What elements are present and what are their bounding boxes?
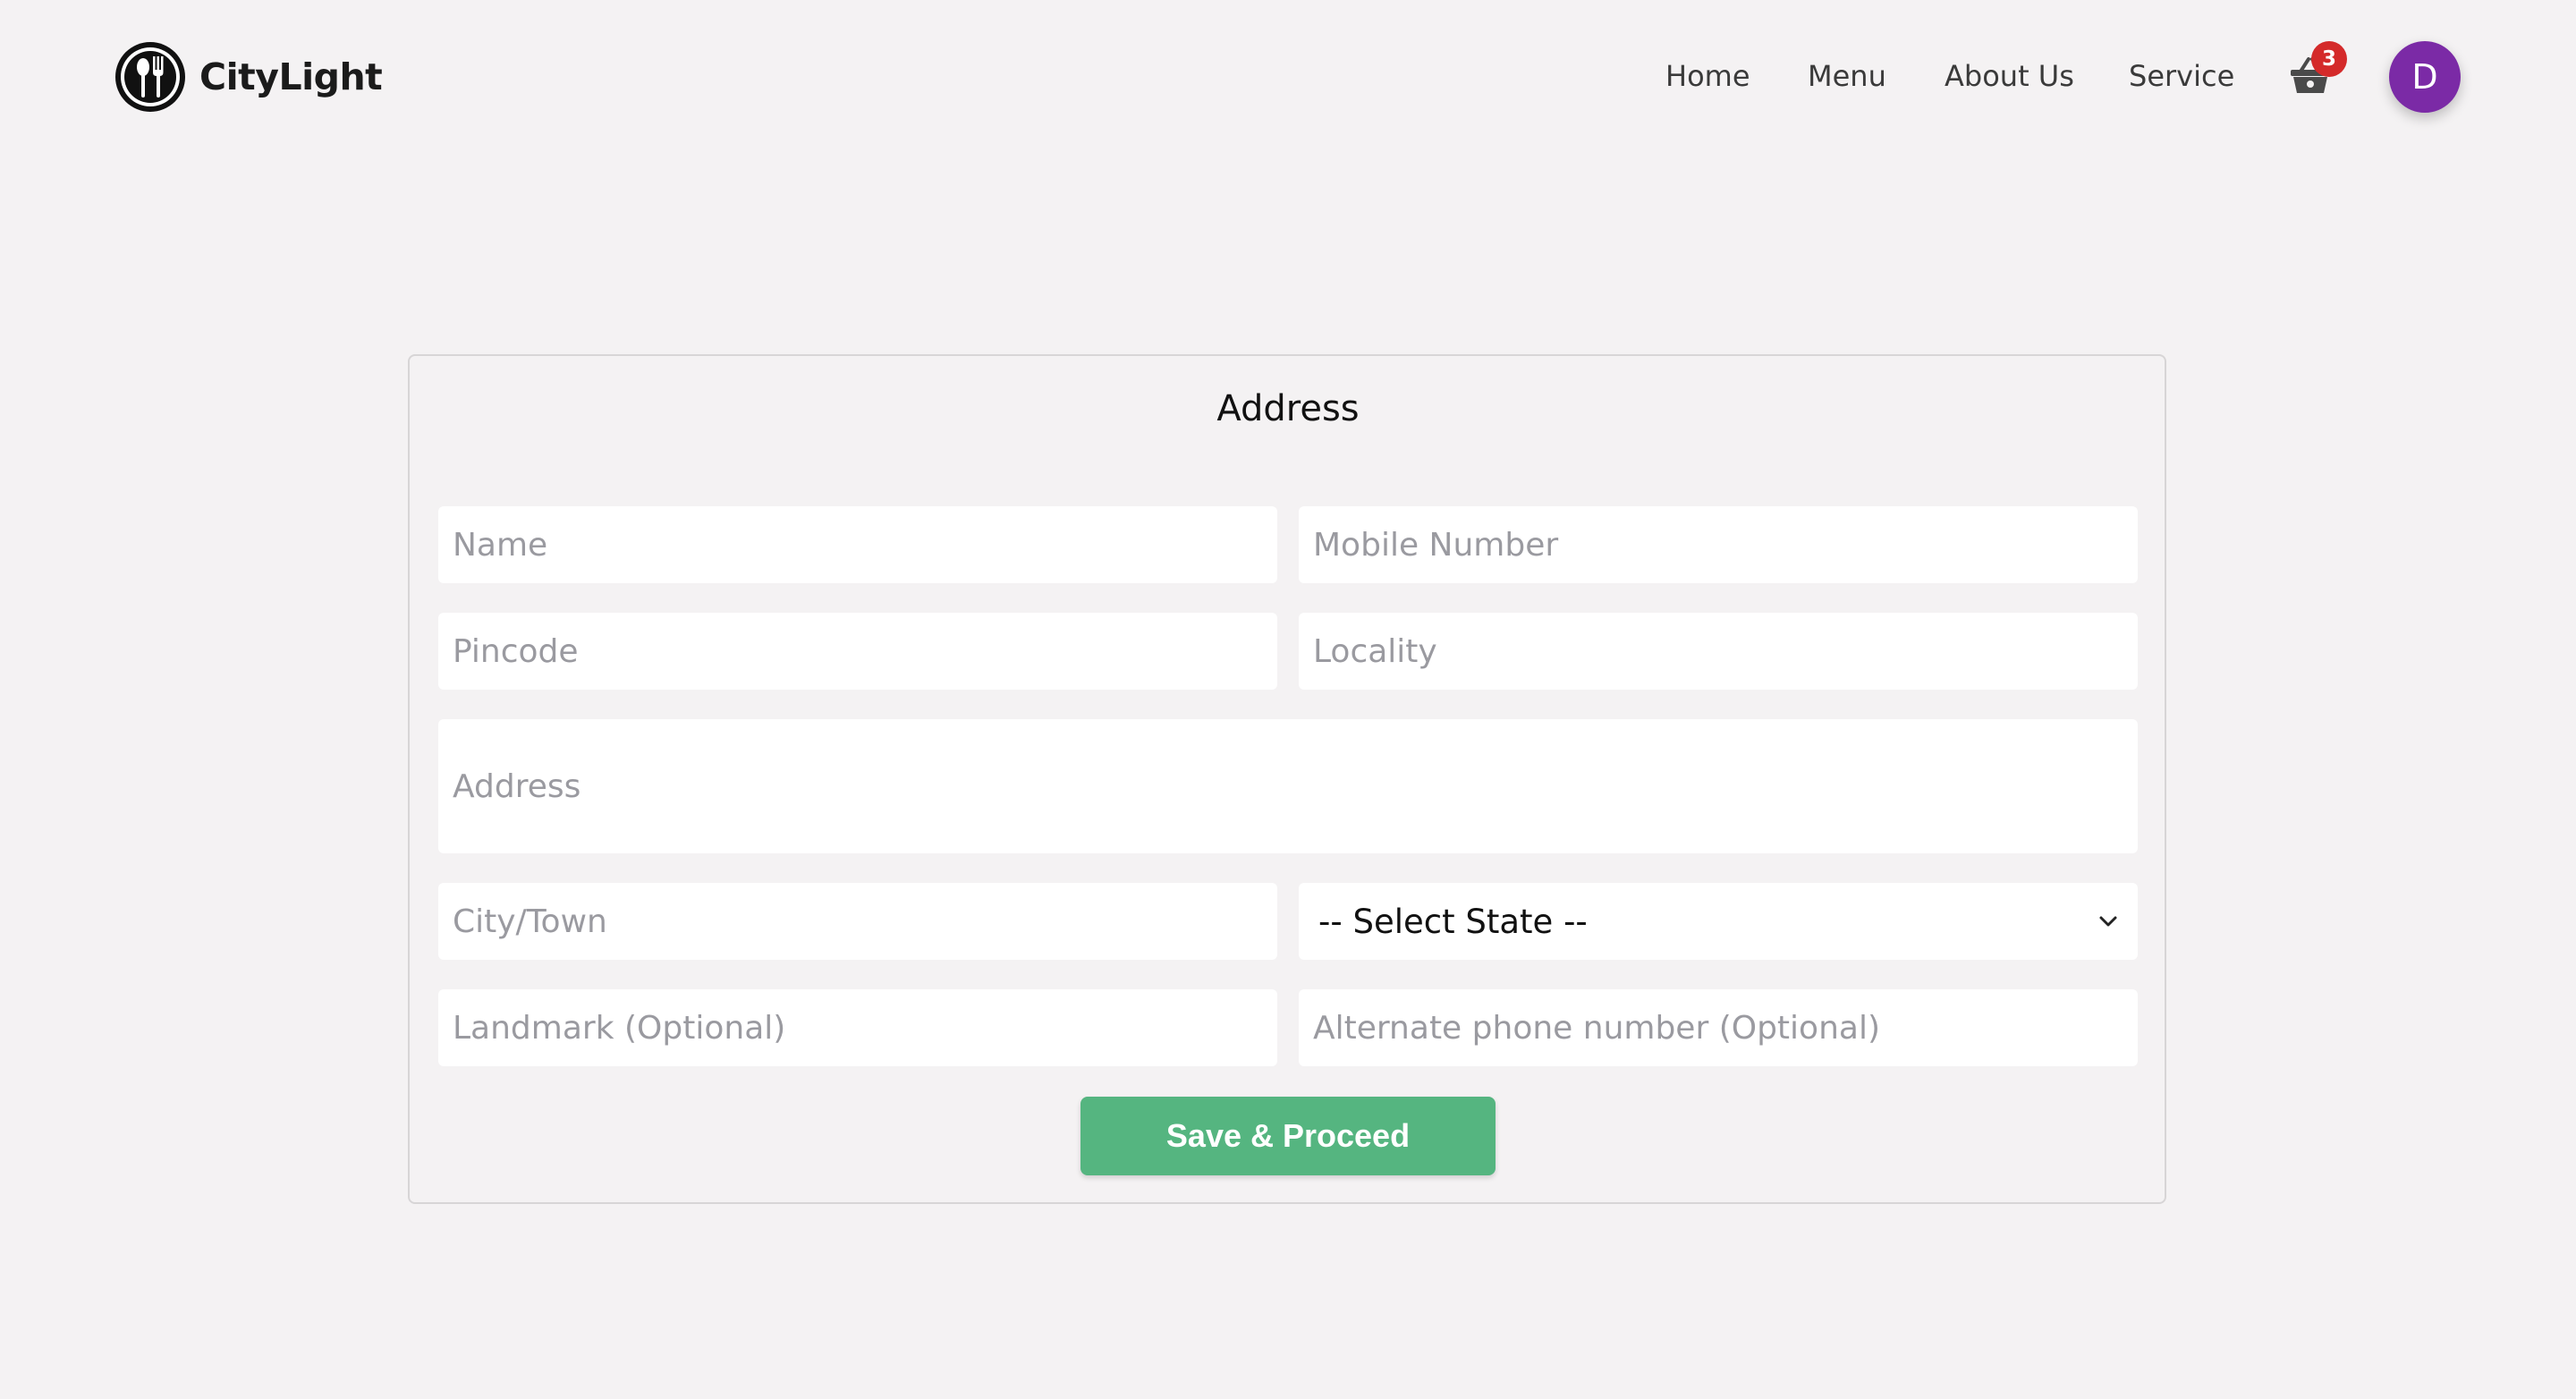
pincode-input[interactable] xyxy=(438,613,1277,690)
name-input[interactable] xyxy=(438,506,1277,583)
save-proceed-button[interactable]: Save & Proceed xyxy=(1080,1097,1496,1175)
user-avatar[interactable]: D xyxy=(2389,41,2461,113)
cart-count-badge: 3 xyxy=(2311,41,2347,77)
address-textarea[interactable] xyxy=(438,719,2138,853)
nav-menu-link[interactable]: Menu xyxy=(1808,59,1886,93)
alternate-phone-input[interactable] xyxy=(1299,989,2138,1066)
form-title: Address xyxy=(1216,388,1360,429)
nav-about-link[interactable]: About Us xyxy=(1945,59,2074,93)
locality-input[interactable] xyxy=(1299,613,2138,690)
landmark-input[interactable] xyxy=(438,989,1277,1066)
nav-service-link[interactable]: Service xyxy=(2129,59,2234,93)
chevron-down-icon xyxy=(2099,916,2117,927)
nav-home-link[interactable]: Home xyxy=(1665,59,1750,93)
brand-logo[interactable]: CityLight xyxy=(114,40,383,114)
state-select[interactable]: -- Select State -- xyxy=(1299,883,2138,960)
state-select-value: -- Select State -- xyxy=(1318,902,1588,941)
fork-spoon-logo-icon xyxy=(115,42,185,112)
brand-name: CityLight xyxy=(199,55,383,98)
city-town-input[interactable] xyxy=(438,883,1277,960)
mobile-number-input[interactable] xyxy=(1299,506,2138,583)
